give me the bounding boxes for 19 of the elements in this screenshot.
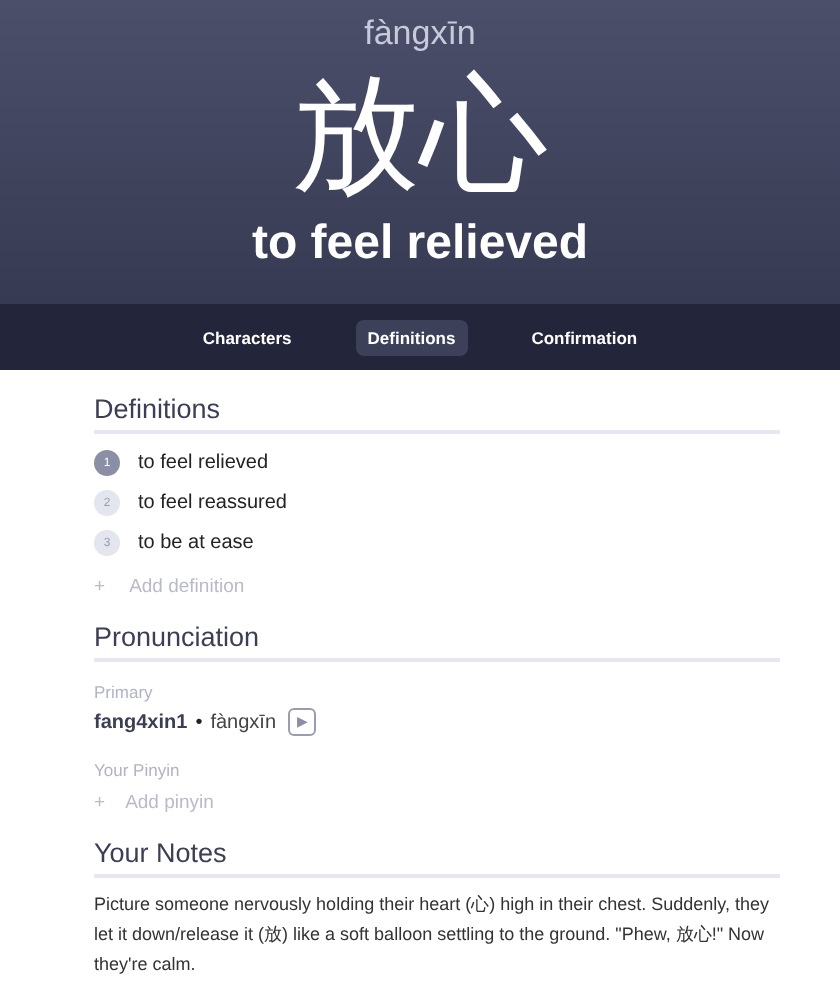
section-title: Pronunciation [94, 622, 780, 662]
definition-text: to feel reassured [138, 492, 287, 514]
pinyin-text: fàngxīn [210, 711, 277, 733]
meaning-text: to feel relieved [251, 214, 589, 274]
definition-text: to be at ease [138, 532, 254, 554]
definition-text: to feel relieved [138, 452, 269, 474]
field-label: Your Pinyin [94, 760, 182, 780]
add-definition-button[interactable]: + Add definition [94, 576, 245, 598]
tab[interactable]: Confirmation [519, 319, 650, 355]
separator-dot: • [195, 711, 203, 733]
section-title: Definitions [94, 394, 780, 434]
field-label: Primary [94, 682, 155, 702]
tab[interactable]: Characters [190, 319, 304, 355]
chinese-characters: 放心 [292, 60, 548, 214]
add-pinyin-button[interactable]: + Add pinyin [94, 792, 214, 814]
section-title: Your Notes [94, 838, 780, 878]
notes-paragraph: Picture someone nervously holding their heart (心) high in their chest. Suddenly, they let it down/release it (放) like a soft balloon settling to the ground. "Phew, 放心!" Now they're calm. [94, 892, 772, 978]
pinyin-code: fang4xin1 [94, 711, 188, 733]
pinyin-text: fàngxīn [364, 12, 476, 56]
